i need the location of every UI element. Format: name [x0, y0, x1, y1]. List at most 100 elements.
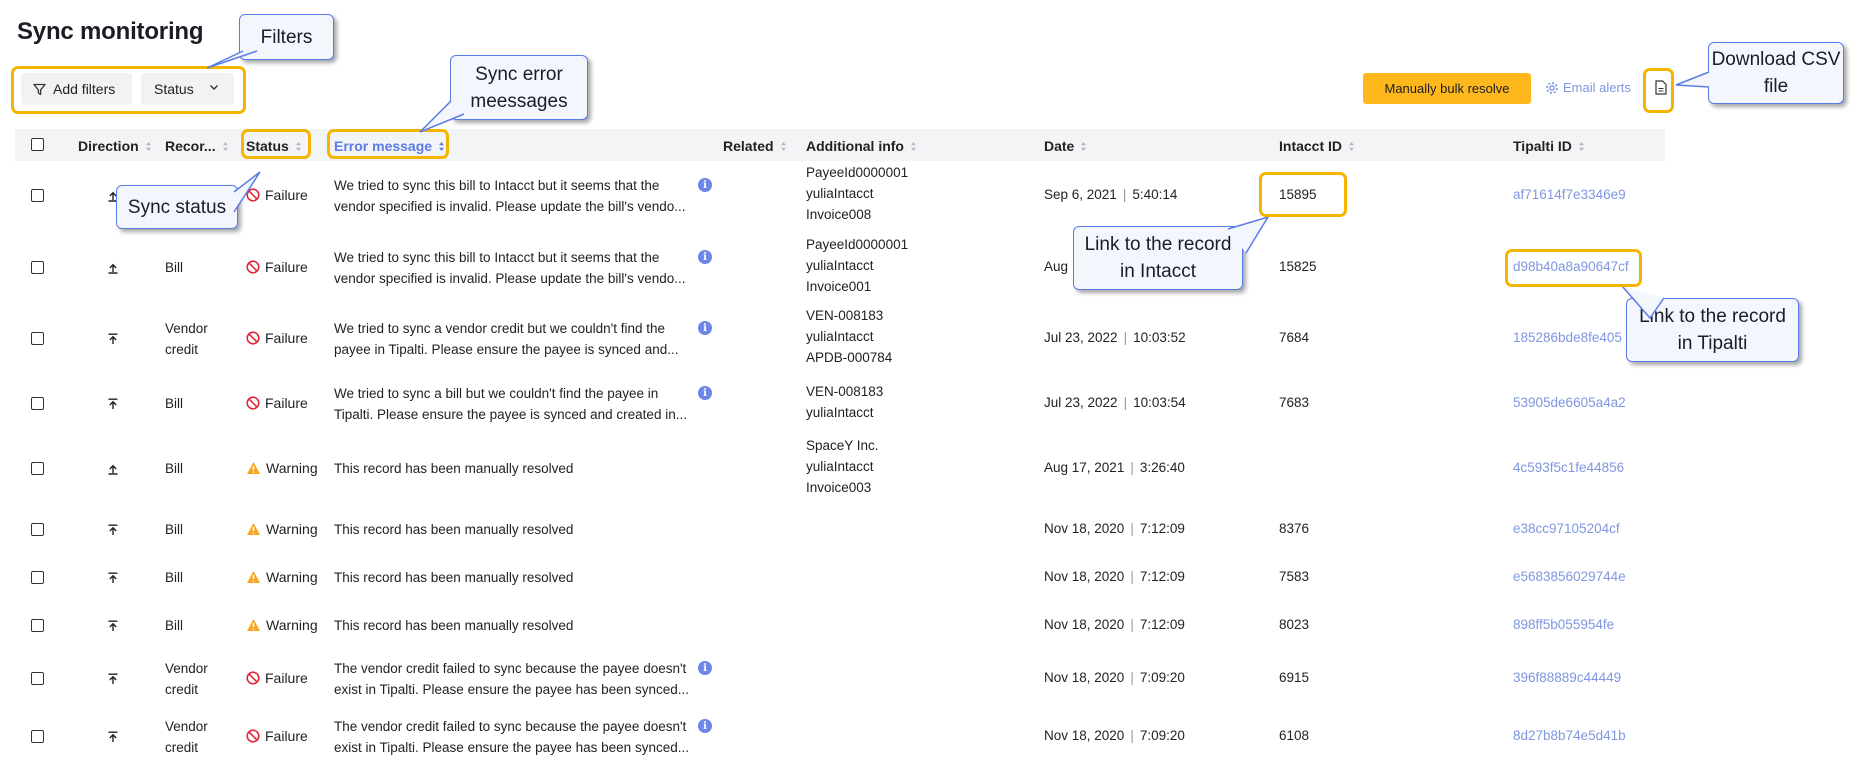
status-badge: Failure [246, 728, 308, 744]
row-checkbox[interactable] [31, 189, 44, 202]
callout-tail [1675, 71, 1710, 88]
date-value: Nov 18, 2020 [1044, 670, 1125, 685]
error-message-cell: This record has been manually resolved [334, 458, 694, 479]
date-cell: Sep 6, 2021 | 5:40:14 [1044, 187, 1177, 202]
date-cell: Nov 18, 2020 | 7:09:20 [1044, 670, 1185, 685]
arrow-to-top-icon [108, 524, 118, 535]
intacct-id-cell[interactable]: 8376 [1279, 521, 1309, 536]
error-message-line: exist in Tipalti. Please ensure the paye… [334, 682, 689, 697]
row-checkbox[interactable] [31, 261, 44, 274]
intacct-id-cell[interactable]: 7583 [1279, 569, 1309, 584]
record-type-line: credit [165, 740, 199, 755]
arrow-to-top-icon [108, 398, 118, 409]
direction-cell [107, 672, 119, 688]
email-alerts-link[interactable]: Email alerts [1545, 80, 1631, 95]
tipalti-id-link[interactable]: 185286bde8fe405 [1513, 330, 1622, 345]
row-checkbox[interactable] [31, 462, 44, 475]
tipalti-id-link[interactable]: 8d27b8b74e5d41b [1513, 728, 1626, 743]
error-message-cell: We tried to sync a bill but we couldn't … [334, 383, 694, 425]
row-checkbox[interactable] [31, 397, 44, 410]
tipalti-id-link[interactable]: 396f88889c44449 [1513, 670, 1621, 685]
record-type-line: Vendor [165, 321, 208, 336]
record-type-line: Vendor [165, 661, 208, 676]
row-checkbox[interactable] [31, 571, 44, 584]
error-message-cell: This record has been manually resolved [334, 615, 694, 636]
record-type-cell: Vendor credit [165, 318, 208, 360]
tipalti-id-link[interactable]: 898ff5b055954fe [1513, 617, 1614, 632]
col-direction[interactable]: Direction [78, 138, 152, 154]
direction-cell [107, 523, 119, 539]
failure-icon [246, 331, 260, 345]
status-badge: Failure [246, 259, 308, 275]
date-value: Jul 23, 2022 [1044, 330, 1118, 345]
tipalti-id-link[interactable]: 53905de6605a4a2 [1513, 395, 1626, 410]
info-icon[interactable]: i [698, 250, 712, 264]
intacct-id-cell[interactable]: 6915 [1279, 670, 1309, 685]
record-type-cell: Bill [165, 396, 184, 411]
record-type-cell: Bill [165, 522, 184, 537]
info-icon[interactable]: i [698, 321, 712, 335]
additional-info-line: yuliaIntacct [806, 405, 874, 420]
additional-info-line: yuliaIntacct [806, 258, 874, 273]
intacct-id-cell[interactable]: 7684 [1279, 330, 1309, 345]
tipalti-id-link[interactable]: 4c593f5c1fe44856 [1513, 460, 1624, 475]
time-value: 10:03:54 [1133, 395, 1186, 410]
tipalti-id-link[interactable]: e38cc97105204cf [1513, 521, 1620, 536]
col-record[interactable]: Recor... [165, 138, 229, 154]
date-cell: Aug 17, 2021 | 3:26:40 [1044, 460, 1185, 475]
info-icon[interactable]: i [698, 178, 712, 192]
col-additional-info[interactable]: Additional info [806, 138, 917, 154]
error-message-line: exist in Tipalti. Please ensure the paye… [334, 740, 689, 755]
intacct-id-highlight [1259, 172, 1347, 217]
status-badge: Failure [246, 187, 308, 203]
additional-info-line: yuliaIntacct [806, 186, 874, 201]
tipalti-id-link[interactable]: e5683856029744e [1513, 569, 1626, 584]
col-related[interactable]: Related [723, 138, 787, 154]
date-separator: | [1130, 617, 1134, 632]
callout-download-csv: Download CSV file [1708, 42, 1844, 104]
row-checkbox[interactable] [31, 730, 44, 743]
time-value: 5:40:14 [1132, 187, 1178, 202]
info-icon[interactable]: i [698, 386, 712, 400]
intacct-id-cell[interactable]: 6108 [1279, 728, 1309, 743]
warning-icon [247, 571, 260, 583]
additional-info-cell: SpaceY Inc. yuliaIntacct Invoice003 [806, 435, 879, 498]
status-badge: Warning [246, 617, 318, 633]
col-tipalti-id[interactable]: Tipalti ID [1513, 138, 1585, 154]
status-text: Warning [266, 617, 318, 633]
intacct-id-cell[interactable]: 7683 [1279, 395, 1309, 410]
row-checkbox[interactable] [31, 672, 44, 685]
intacct-id-cell[interactable]: 15825 [1279, 259, 1317, 274]
error-message-cell: We tried to sync this bill to Intacct bu… [334, 247, 694, 289]
info-icon[interactable]: i [698, 719, 712, 733]
col-intacct-id[interactable]: Intacct ID [1279, 138, 1355, 154]
tipalti-id-highlight [1505, 249, 1642, 287]
sort-icon [1081, 141, 1087, 151]
email-alerts-label: Email alerts [1563, 80, 1631, 95]
row-checkbox[interactable] [31, 619, 44, 632]
row-checkbox[interactable] [31, 523, 44, 536]
intacct-id-cell[interactable]: 8023 [1279, 617, 1309, 632]
error-message-cell: We tried to sync this bill to Intacct bu… [334, 175, 694, 217]
gear-icon [1546, 81, 1558, 94]
additional-info-cell: PayeeId0000001 yuliaIntacct Invoice008 [806, 162, 908, 225]
additional-info-line: yuliaIntacct [806, 459, 874, 474]
date-value: Nov 18, 2020 [1044, 617, 1125, 632]
row-checkbox[interactable] [31, 332, 44, 345]
direction-cell [107, 397, 119, 413]
time-value: 7:12:09 [1139, 521, 1185, 536]
manually-bulk-resolve-button[interactable]: Manually bulk resolve [1363, 73, 1531, 104]
status-text: Failure [265, 670, 308, 686]
arrow-up-icon [108, 464, 118, 475]
page-title: Sync monitoring [17, 18, 204, 45]
col-date[interactable]: Date [1044, 138, 1087, 154]
additional-info-cell: VEN-008183 yuliaIntacct [806, 381, 883, 423]
record-type-cell: Bill [165, 260, 184, 275]
select-all-checkbox[interactable] [31, 138, 44, 151]
date-cell: Nov 18, 2020 | 7:12:09 [1044, 617, 1185, 632]
info-icon[interactable]: i [698, 661, 712, 675]
tipalti-id-link[interactable]: af71614f7e3346e9 [1513, 187, 1626, 202]
date-separator: | [1122, 187, 1127, 202]
sort-icon [910, 141, 916, 151]
arrow-up-icon [108, 263, 118, 274]
